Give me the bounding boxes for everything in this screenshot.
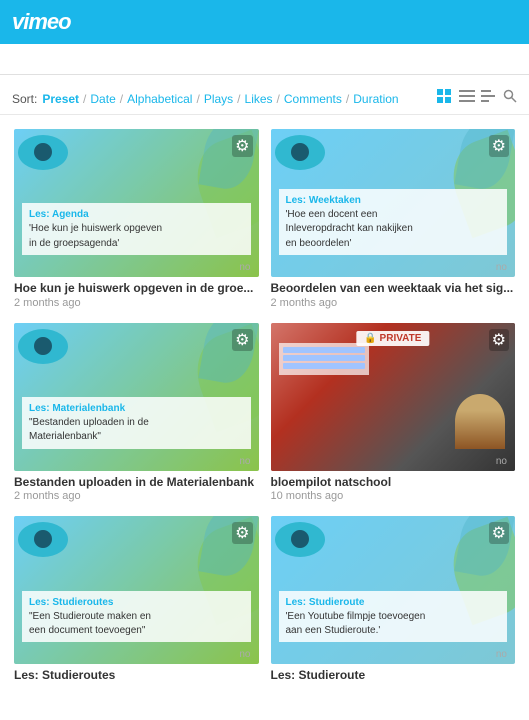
thumb-label: Les: Agenda 'Hoe kun je huiswerk opgeven… (22, 203, 251, 255)
watermark: no (496, 649, 507, 660)
video-thumbnail: Les: Studieroutes "Een Studieroute maken… (14, 516, 259, 664)
thumb-lesson-title: Les: Agenda (29, 208, 244, 221)
watermark: no (239, 649, 250, 660)
nav-bar: vimeo (0, 0, 529, 44)
thumb-lesson-title: Les: Materialenbank (29, 402, 244, 415)
watermark: no (239, 456, 250, 467)
gear-icon[interactable]: ⚙ (232, 135, 252, 157)
sort-date[interactable]: Date (90, 92, 115, 106)
video-card[interactable]: Les: Materialenbank "Bestanden uploaden … (8, 317, 265, 511)
video-card[interactable]: Les: Weektaken 'Hoe een docent een Inlev… (265, 123, 522, 317)
sort-duration[interactable]: Duration (353, 92, 398, 106)
list-view-icon[interactable] (459, 89, 475, 108)
video-card[interactable]: Les: Studieroute 'Een Youtube filmpje to… (265, 510, 522, 692)
video-thumbnail: Les: Weektaken 'Hoe een docent een Inlev… (271, 129, 516, 277)
person-silhouette (455, 394, 505, 449)
thumb-lesson-body: "Bestanden uploaden in de Materialenbank… (29, 417, 149, 442)
page-header (0, 44, 529, 75)
thumb-lesson-title: Les: Studieroute (286, 596, 501, 609)
thumb-label: Les: Studieroutes "Een Studieroute maken… (22, 591, 251, 643)
video-thumbnail: Les: Materialenbank "Bestanden uploaden … (14, 323, 259, 471)
video-title: Hoe kun je huiswerk opgeven in de groe..… (14, 281, 259, 297)
eye-decoration (18, 522, 68, 557)
thumb-lesson-body: 'Hoe kun je huiswerk opgeven in de groep… (29, 223, 162, 248)
gear-icon[interactable]: ⚙ (489, 135, 509, 157)
video-grid: Les: Agenda 'Hoe kun je huiswerk opgeven… (0, 123, 529, 692)
sort-alphabetical[interactable]: Alphabetical (127, 92, 192, 106)
eye-pupil (34, 143, 52, 161)
settings-view-icon[interactable] (481, 89, 497, 108)
view-icons (437, 89, 517, 108)
thumb-lesson-title: Les: Studieroutes (29, 596, 244, 609)
video-thumbnail: Les: Studieroute 'Een Youtube filmpje to… (271, 516, 516, 664)
thumb-lesson-body: 'Een Youtube filmpje toevoegen aan een S… (286, 611, 426, 636)
thumb-label: Les: Materialenbank "Bestanden uploaden … (22, 397, 251, 449)
video-info: Les: Studieroute (271, 664, 516, 686)
thumb-label: Les: Studieroute 'Een Youtube filmpje to… (279, 591, 508, 643)
thumb-lesson-title: Les: Weektaken (286, 194, 501, 207)
watermark: no (496, 262, 507, 273)
video-title: Les: Studieroute (271, 668, 516, 684)
eye-pupil (291, 530, 309, 548)
video-age: 2 months ago (14, 297, 259, 309)
video-thumbnail: 🔒 PRIVATE ⚙ no (271, 323, 516, 471)
video-info: Hoe kun je huiswerk opgeven in de groe..… (14, 277, 259, 311)
video-age: 2 months ago (271, 297, 516, 309)
video-info: Les: Studieroutes (14, 664, 259, 686)
watermark: no (496, 456, 507, 467)
eye-pupil (291, 143, 309, 161)
search-icon[interactable] (503, 89, 517, 108)
video-title: Beoordelen van een weektaak via het sig.… (271, 281, 516, 297)
video-card[interactable]: Les: Studieroutes "Een Studieroute maken… (8, 510, 265, 692)
eye-pupil (34, 530, 52, 548)
gear-icon[interactable]: ⚙ (489, 329, 509, 351)
thumb-lesson-body: "Een Studieroute maken en een document t… (29, 611, 151, 636)
gear-icon[interactable]: ⚙ (489, 522, 509, 544)
gear-icon[interactable]: ⚙ (232, 329, 252, 351)
eye-pupil (34, 337, 52, 355)
eye-decoration (18, 135, 68, 170)
sort-label: Sort: (12, 92, 37, 106)
thumb-label: Les: Weektaken 'Hoe een docent een Inlev… (279, 189, 508, 255)
private-label: PRIVATE (380, 333, 422, 344)
video-title: bloempilot natschool (271, 475, 516, 491)
sort-comments[interactable]: Comments (284, 92, 342, 106)
sort-bar: Sort: Preset / Date / Alphabetical / Pla… (0, 83, 529, 115)
grid-view-icon[interactable] (437, 89, 453, 108)
video-title: Les: Studieroutes (14, 668, 259, 684)
logo[interactable]: vimeo (12, 9, 71, 35)
thumb-lesson-body: 'Hoe een docent een Inleveropdracht kan … (286, 209, 413, 249)
eye-decoration (18, 329, 68, 364)
video-age: 2 months ago (14, 490, 259, 502)
video-info: Beoordelen van een weektaak via het sig.… (271, 277, 516, 311)
eye-decoration (275, 135, 325, 170)
sort-likes[interactable]: Likes (245, 92, 273, 106)
eye-decoration (275, 522, 325, 557)
video-card[interactable]: Les: Agenda 'Hoe kun je huiswerk opgeven… (8, 123, 265, 317)
sort-plays[interactable]: Plays (204, 92, 233, 106)
watermark: no (239, 262, 250, 273)
sort-preset[interactable]: Preset (42, 92, 79, 106)
video-card[interactable]: 🔒 PRIVATE ⚙ no bloempilot natschool 10 m… (265, 317, 522, 511)
video-info: bloempilot natschool 10 months ago (271, 471, 516, 505)
private-badge: 🔒 PRIVATE (356, 331, 429, 346)
gear-icon[interactable]: ⚙ (232, 522, 252, 544)
video-info: Bestanden uploaden in de Materialenbank … (14, 471, 259, 505)
video-thumbnail: Les: Agenda 'Hoe kun je huiswerk opgeven… (14, 129, 259, 277)
video-age: 10 months ago (271, 490, 516, 502)
video-title: Bestanden uploaden in de Materialenbank (14, 475, 259, 491)
folder-area (279, 343, 369, 375)
